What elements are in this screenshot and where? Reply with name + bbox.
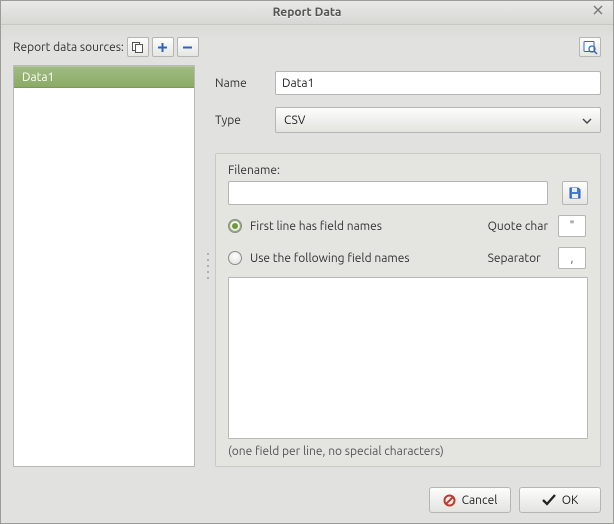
radio-use-following-label: Use the following field names <box>250 252 410 265</box>
fieldnames-hint: (one field per line, no special characte… <box>228 445 588 458</box>
type-select[interactable]: CSV <box>275 107 601 133</box>
splitter-handle[interactable] <box>203 65 213 467</box>
browse-button[interactable] <box>562 181 588 205</box>
radio-use-following[interactable]: Use the following field names <box>228 251 478 265</box>
filename-label: Filename: <box>228 164 588 177</box>
csv-panel: Filename: <box>215 153 601 467</box>
fieldnames-textarea[interactable] <box>228 277 588 439</box>
detail-pane: Name Type CSV Filename: <box>215 65 601 467</box>
check-icon <box>542 494 556 506</box>
content-area: Report data sources: <box>1 25 613 477</box>
separator-label: Separator <box>488 252 548 265</box>
list-item[interactable]: Data1 <box>14 66 194 88</box>
cancel-button[interactable]: Cancel <box>429 487 511 513</box>
quote-input[interactable] <box>558 215 586 237</box>
titlebar: Report Data <box>1 1 613 25</box>
main-row: Data1 Name Type CSV <box>13 65 601 467</box>
separator-input[interactable] <box>558 247 586 269</box>
remove-button[interactable] <box>177 37 199 57</box>
ok-button[interactable]: OK <box>519 487 601 513</box>
filename-input[interactable] <box>228 181 548 205</box>
query-button[interactable] <box>579 37 601 57</box>
duplicate-button[interactable] <box>127 37 149 57</box>
type-label: Type <box>215 114 275 127</box>
cancel-icon <box>443 494 456 507</box>
radio-icon <box>228 251 242 265</box>
plus-icon <box>157 42 168 53</box>
add-button[interactable] <box>152 37 174 57</box>
chevron-down-icon <box>582 114 592 127</box>
name-input[interactable] <box>275 71 601 95</box>
name-row: Name <box>215 71 601 95</box>
close-icon[interactable] <box>593 5 607 19</box>
dialog-window: Report Data Report data sources: <box>0 0 614 524</box>
magnifier-icon <box>583 40 598 55</box>
datasource-label: Report data sources: <box>13 41 124 54</box>
dialog-footer: Cancel OK <box>1 477 613 523</box>
name-label: Name <box>215 77 275 90</box>
duplicate-icon <box>131 41 144 54</box>
cancel-label: Cancel <box>462 494 498 507</box>
window-title: Report Data <box>273 6 342 19</box>
ok-label: OK <box>562 494 579 507</box>
datasource-list[interactable]: Data1 <box>13 65 195 467</box>
floppy-icon <box>568 186 582 200</box>
radio-icon <box>228 219 242 233</box>
quote-label: Quote char <box>488 220 548 233</box>
datasource-toolbar: Report data sources: <box>13 35 601 59</box>
type-row: Type CSV <box>215 107 601 133</box>
minus-icon <box>182 42 193 53</box>
radio-first-line[interactable]: First line has field names <box>228 219 478 233</box>
type-value: CSV <box>284 114 305 127</box>
radio-first-line-label: First line has field names <box>250 220 382 233</box>
